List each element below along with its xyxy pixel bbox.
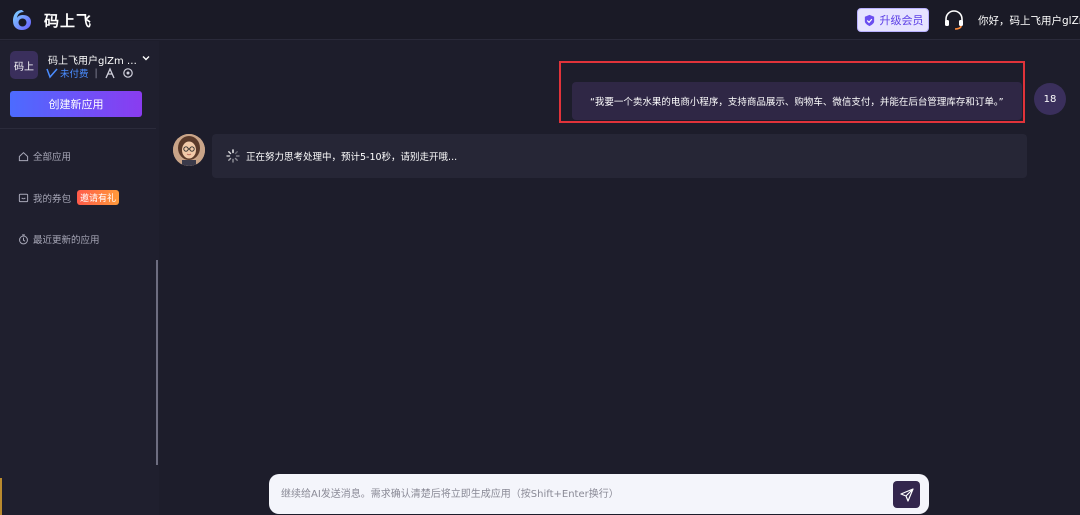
clock-icon [19, 233, 28, 244]
crown-icon [864, 14, 874, 26]
payment-status-label: 未付费 [60, 69, 89, 80]
sidebar-item-all-apps[interactable]: 全部应用 [18, 149, 71, 163]
upgrade-label: 升级会员 [879, 14, 924, 27]
check-badge-icon [46, 68, 58, 79]
user-greeting[interactable]: 你好，码上飞用户glZm [978, 13, 1080, 28]
headset-icon[interactable] [942, 8, 966, 32]
invite-badge[interactable]: 邀请有礼 [77, 190, 120, 205]
message-input[interactable] [281, 484, 881, 504]
loading-spinner-icon [226, 149, 240, 163]
assistant-message-text: 正在努力思考处理中，预计5-10秒，请别走开哦... [246, 152, 458, 163]
sidebar: 码上 码上飞用户glZm … 未付费 | 创建新应用 全部应用 我的券包 邀请有… [0, 41, 159, 515]
sidebar-divider [0, 128, 156, 129]
tools-icon[interactable] [104, 67, 116, 79]
send-icon [899, 487, 914, 502]
payment-status[interactable]: 未付费 [46, 66, 89, 80]
assistant-portrait-icon [173, 134, 205, 166]
message-input-container [269, 474, 929, 514]
sidebar-item-recent-apps[interactable]: 最近更新的应用 [18, 232, 100, 246]
sidebar-item-label: 最近更新的应用 [33, 235, 100, 246]
separator: | [94, 67, 98, 79]
left-edge-accent [0, 478, 2, 515]
assistant-message-bubble: 正在努力思考处理中，预计5-10秒，请别走开哦... [212, 134, 1027, 178]
highlight-annotation-box [559, 61, 1025, 123]
workspace-avatar[interactable]: 码上 [10, 51, 38, 79]
sidebar-item-my-coupons[interactable]: 我的券包 邀请有礼 [18, 190, 120, 205]
workspace-user-name[interactable]: 码上飞用户glZm … [48, 52, 137, 67]
account-status-row: 未付费 | [46, 66, 134, 80]
app-title: 码上飞 [44, 12, 93, 30]
home-icon [18, 151, 29, 161]
app-logo-icon[interactable] [10, 8, 34, 32]
upgrade-membership-button[interactable]: 升级会员 [857, 8, 929, 32]
chevron-down-icon[interactable] [141, 53, 151, 63]
target-icon[interactable] [122, 67, 134, 79]
top-bar: 码上飞 升级会员 你好，码上飞用户glZm [0, 0, 1080, 40]
sidebar-item-label: 全部应用 [33, 152, 72, 163]
send-button[interactable] [893, 481, 920, 508]
assistant-avatar [173, 134, 205, 166]
sidebar-scrollbar[interactable] [156, 260, 158, 465]
sidebar-item-label: 我的券包 [33, 193, 72, 205]
user-avatar: 18 [1034, 83, 1066, 115]
wallet-icon [18, 193, 29, 203]
create-new-app-button[interactable]: 创建新应用 [10, 91, 142, 117]
